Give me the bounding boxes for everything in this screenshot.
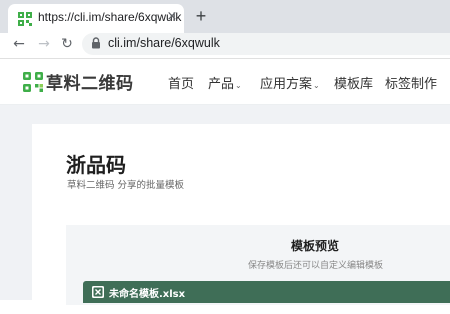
url-text: cli.im/share/6xqwulk — [108, 36, 220, 50]
nav-templates[interactable]: 模板库 — [334, 73, 373, 92]
forward-icon[interactable]: → — [35, 35, 53, 53]
qr-favicon-icon — [18, 12, 32, 26]
nav-home[interactable]: 首页 — [168, 73, 194, 92]
chevron-down-icon: ⌄ — [235, 81, 242, 90]
back-icon[interactable]: ← — [10, 35, 28, 53]
nav-products[interactable]: 产品⌄ — [208, 73, 242, 92]
address-bar[interactable]: cli.im/share/6xqwulk — [82, 33, 450, 55]
page-title: 浙品码 — [66, 153, 126, 177]
nav-products-label: 产品 — [208, 77, 235, 92]
browser-tab[interactable]: https://cli.im/share/6xqwulk × — [8, 4, 184, 33]
browser-tab-bar: https://cli.im/share/6xqwulk × + — [0, 0, 450, 33]
nav-home-label: 首页 — [168, 77, 195, 92]
site-header: 草料二维码 首页 产品⌄ 应用方案⌄ 模板库 标签制作 — [0, 59, 450, 105]
page-subtitle: 草料二维码 分享的批量模板 — [67, 180, 185, 191]
excel-file-icon — [92, 286, 104, 298]
chevron-down-icon: ⌄ — [313, 81, 320, 90]
reload-icon[interactable]: ↻ — [58, 35, 76, 53]
file-name: 未命名模板.xlsx — [109, 289, 186, 300]
lock-icon — [92, 37, 100, 49]
nav-label-making[interactable]: 标签制作 — [385, 73, 437, 92]
nav-solutions[interactable]: 应用方案⌄ — [260, 73, 320, 92]
new-tab-icon[interactable]: + — [192, 7, 210, 25]
tab-close-icon[interactable]: × — [164, 9, 180, 25]
preview-title: 模板预览 — [291, 239, 340, 253]
nav-label-making-label: 标签制作 — [385, 77, 438, 92]
nav-solutions-label: 应用方案 — [260, 77, 313, 92]
preview-hint: 保存模板后还可以自定义编辑模板 — [248, 261, 384, 271]
qr-logo-icon[interactable] — [23, 72, 43, 92]
nav-templates-label: 模板库 — [334, 77, 374, 92]
logo-text[interactable]: 草料二维码 — [46, 69, 134, 94]
tab-title: https://cli.im/share/6xqwulk — [38, 10, 182, 24]
